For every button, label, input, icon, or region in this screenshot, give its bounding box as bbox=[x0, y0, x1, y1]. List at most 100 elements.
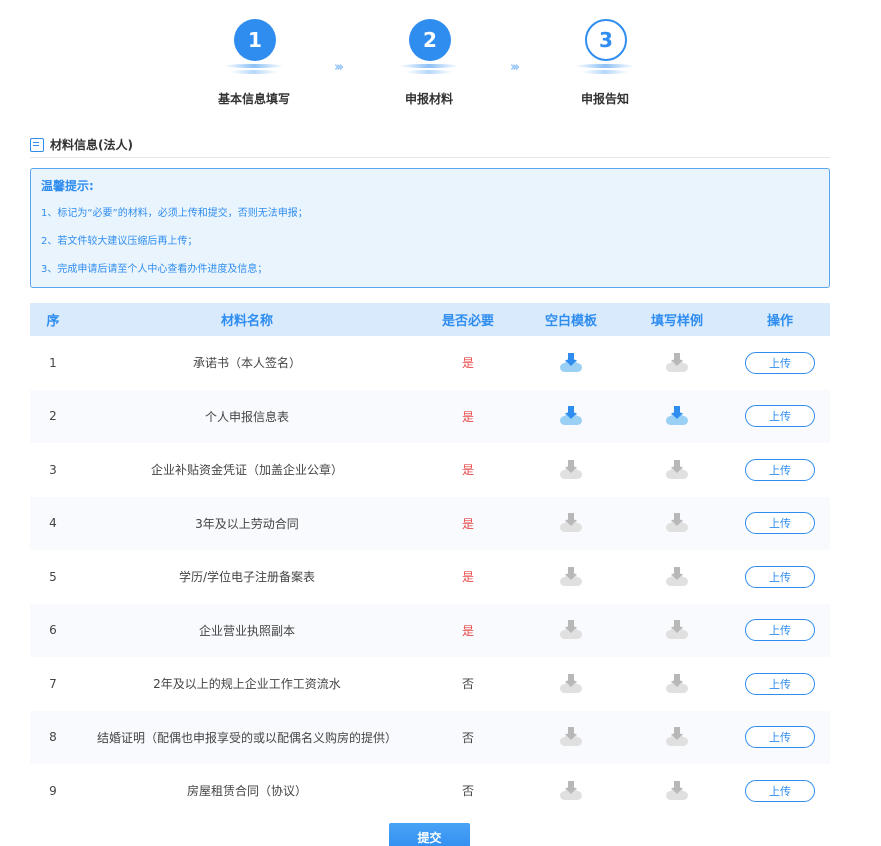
row-material-name: 3年及以上劳动合同 bbox=[195, 516, 299, 531]
header-index: 序 bbox=[46, 314, 60, 329]
submit-button[interactable]: 提交 bbox=[389, 823, 470, 846]
row-material-name: 个人申报信息表 bbox=[204, 409, 289, 424]
section-title: 材料信息(法人) bbox=[50, 138, 133, 152]
row-required: 否 bbox=[461, 784, 474, 799]
cloud-download-icon bbox=[559, 727, 583, 747]
upload-button[interactable]: 上传 bbox=[745, 779, 815, 802]
header-required: 是否必要 bbox=[441, 314, 494, 329]
table-row: 9 房屋租赁合同（协议） 否 上传 bbox=[30, 764, 830, 818]
row-required: 是 bbox=[461, 623, 474, 638]
table-row: 2 个人申报信息表 是 上传 bbox=[30, 389, 830, 444]
cloud-download-icon bbox=[665, 727, 689, 747]
row-action-cell: 上传 bbox=[730, 604, 830, 658]
table-row: 8 结婚证明（配偶也申报享受的或以配偶名义购房的提供） 否 上传 bbox=[30, 710, 830, 765]
row-example-cell bbox=[624, 657, 730, 711]
row-action-cell: 上传 bbox=[730, 443, 830, 497]
section-header: 材料信息(法人) bbox=[30, 137, 830, 158]
row-template-cell bbox=[518, 336, 624, 390]
row-action-cell: 上传 bbox=[730, 390, 830, 444]
table-row: 4 3年及以上劳动合同 是 上传 bbox=[30, 496, 830, 551]
row-required: 否 bbox=[461, 677, 474, 692]
cloud-download-icon bbox=[665, 780, 689, 801]
row-action-cell: 上传 bbox=[730, 497, 830, 551]
row-action-cell: 上传 bbox=[730, 711, 830, 765]
cloud-download-icon bbox=[559, 566, 583, 587]
table-row: 5 学历/学位电子注册备案表 是 上传 bbox=[30, 550, 830, 604]
table-row: 1 承诺书（本人签名） 是 上传 bbox=[30, 336, 830, 390]
row-template-cell bbox=[518, 657, 624, 711]
row-action-cell: 上传 bbox=[730, 550, 830, 604]
row-index: 4 bbox=[49, 516, 57, 531]
cloud-download-icon bbox=[559, 780, 583, 801]
row-required: 是 bbox=[461, 356, 474, 371]
header-name: 材料名称 bbox=[220, 314, 273, 329]
row-material-name: 2年及以上的规上企业工作工资流水 bbox=[153, 677, 341, 692]
cloud-download-icon[interactable] bbox=[665, 406, 689, 426]
row-index: 1 bbox=[49, 355, 57, 370]
row-index: 6 bbox=[49, 623, 57, 638]
cloud-download-icon[interactable] bbox=[559, 352, 583, 373]
cloud-download-icon bbox=[665, 566, 689, 587]
row-example-cell bbox=[624, 497, 730, 551]
header-example: 填写样例 bbox=[650, 314, 703, 329]
upload-button[interactable]: 上传 bbox=[745, 672, 815, 695]
row-action-cell: 上传 bbox=[730, 336, 830, 390]
row-index: 7 bbox=[49, 676, 57, 691]
cloud-download-icon[interactable] bbox=[559, 406, 583, 426]
step-arrow-icon: ››› bbox=[510, 60, 520, 75]
cloud-download-icon bbox=[665, 620, 689, 640]
row-required: 是 bbox=[461, 409, 474, 424]
row-index: 2 bbox=[49, 409, 57, 424]
cloud-download-icon bbox=[559, 620, 583, 640]
row-template-cell bbox=[518, 390, 624, 444]
row-required: 是 bbox=[461, 463, 474, 478]
cloud-download-icon bbox=[665, 513, 689, 533]
upload-button[interactable]: 上传 bbox=[745, 565, 815, 588]
row-material-name: 企业补贴资金凭证（加盖企业公章） bbox=[150, 463, 343, 478]
row-material-name: 企业营业执照副本 bbox=[198, 623, 295, 638]
row-template-cell bbox=[518, 550, 624, 604]
row-required: 是 bbox=[461, 570, 474, 585]
row-example-cell bbox=[624, 764, 730, 818]
row-material-name: 结婚证明（配偶也申报享受的或以配偶名义购房的提供） bbox=[96, 730, 397, 745]
row-template-cell bbox=[518, 443, 624, 497]
row-example-cell bbox=[624, 443, 730, 497]
tips-box: 温馨提示: 1、标记为“必要”的材料，必须上传和提交，否则无法申报； 2、若文件… bbox=[30, 168, 830, 288]
row-example-cell bbox=[624, 604, 730, 658]
step-arrow-icon: ››› bbox=[334, 60, 344, 75]
step-1-circle: 1 bbox=[234, 19, 276, 61]
step-1: 1 基本信息填写 bbox=[194, 0, 314, 106]
row-required: 否 bbox=[461, 730, 474, 745]
cloud-download-icon bbox=[559, 513, 583, 533]
row-template-cell bbox=[518, 604, 624, 658]
tip-item: 2、若文件较大建议压缩后再上传； bbox=[41, 236, 198, 247]
row-template-cell bbox=[518, 711, 624, 765]
header-template: 空白模板 bbox=[544, 314, 597, 329]
step-3-wave bbox=[575, 64, 635, 68]
row-example-cell bbox=[624, 390, 730, 444]
step-2-circle: 2 bbox=[409, 19, 451, 61]
cloud-download-icon bbox=[665, 459, 689, 480]
materials-table: 序 材料名称 是否必要 空白模板 填写样例 操作 1 承诺书（本人签名）是上传 2 个… bbox=[30, 303, 830, 818]
row-index: 9 bbox=[49, 783, 57, 798]
tips-title: 温馨提示: bbox=[41, 179, 94, 193]
row-template-cell bbox=[518, 497, 624, 551]
row-required: 是 bbox=[461, 516, 474, 531]
row-material-name: 房屋租赁合同（协议） bbox=[186, 784, 307, 799]
upload-button[interactable]: 上传 bbox=[745, 351, 815, 374]
cloud-download-icon bbox=[665, 352, 689, 373]
upload-button[interactable]: 上传 bbox=[745, 619, 815, 642]
row-example-cell bbox=[624, 550, 730, 604]
row-index: 3 bbox=[49, 462, 57, 477]
upload-button[interactable]: 上传 bbox=[745, 405, 815, 428]
step-1-wave bbox=[224, 64, 284, 68]
row-example-cell bbox=[624, 711, 730, 765]
upload-button[interactable]: 上传 bbox=[745, 726, 815, 749]
progress-steps: 1 基本信息填写 ››› 2 申报材料 ››› 3 申报告知 bbox=[0, 0, 881, 120]
table-row: 6 企业营业执照副本 是 上传 bbox=[30, 603, 830, 658]
step-3-circle: 3 bbox=[585, 19, 627, 61]
upload-button[interactable]: 上传 bbox=[745, 512, 815, 535]
row-template-cell bbox=[518, 764, 624, 818]
row-index: 8 bbox=[49, 730, 57, 745]
upload-button[interactable]: 上传 bbox=[745, 458, 815, 481]
